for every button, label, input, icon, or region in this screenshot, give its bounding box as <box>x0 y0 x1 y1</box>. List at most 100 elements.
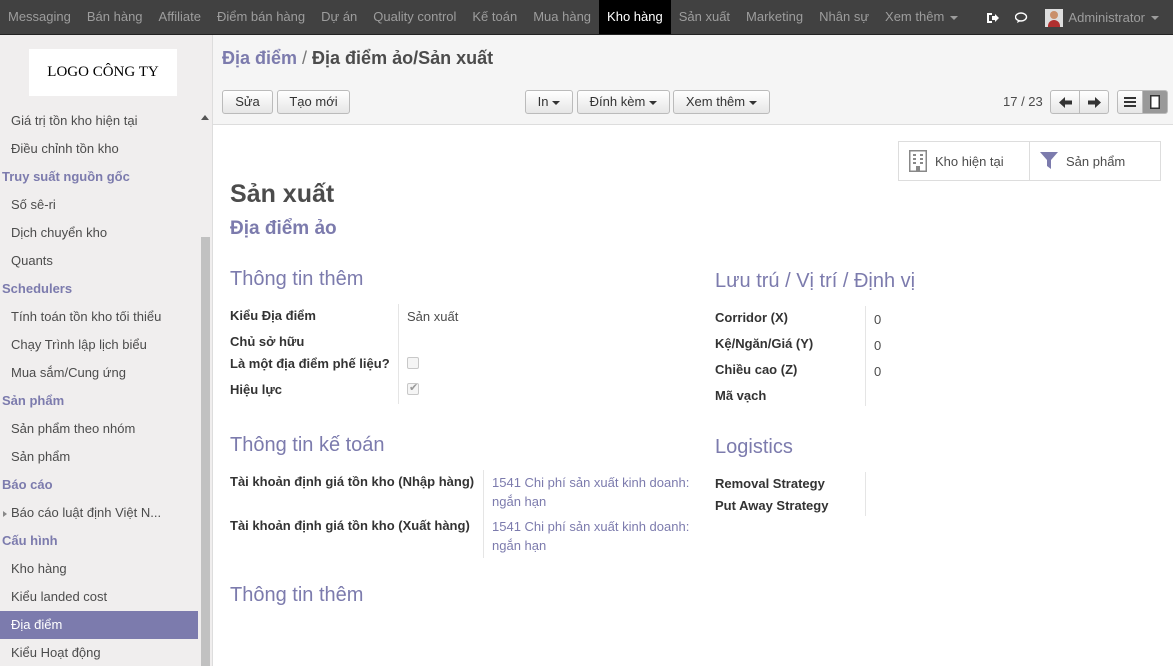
scroll-up-icon[interactable] <box>201 115 209 120</box>
current-stock-button[interactable]: Kho hiện tại <box>899 142 1029 180</box>
pager-previous-button[interactable] <box>1050 90 1080 114</box>
sidebar-item-quants[interactable]: Quants <box>0 247 198 275</box>
record-title[interactable]: Sản xuất <box>230 180 334 209</box>
form-icon <box>1150 95 1160 109</box>
shelf-value[interactable]: 0 <box>874 338 881 353</box>
topnav-item-label: Bán hàng <box>86 9 143 24</box>
topnav-item-messaging[interactable]: Messaging <box>0 0 79 34</box>
location-type-label: Kiểu Địa điểm <box>230 308 316 323</box>
user-name: Administrator <box>1068 10 1145 25</box>
breadcrumb-parent[interactable]: Địa điểm <box>222 48 297 68</box>
attachment-dropdown-label: Đính kèm <box>589 94 646 109</box>
scrap-location-checkbox[interactable] <box>407 357 419 369</box>
sidebar-item-kieu-landed-cost[interactable]: Kiểu landed cost <box>0 583 198 611</box>
sidebar-item-label: Kiểu Hoạt động <box>11 645 101 660</box>
sidebar-scrollbar[interactable] <box>199 107 212 666</box>
topnav-item-mua-hang[interactable]: Mua hàng <box>525 0 599 34</box>
sidebar-item-gia-tri-ton-kho-hien-tai[interactable]: Giá trị tồn kho hiện tại <box>0 107 198 135</box>
sidebar-item-chay-trinh-lap-lich-bieu[interactable]: Chạy Trình lập lịch biểu <box>0 331 198 359</box>
putaway-strategy-label: Put Away Strategy <box>715 498 829 513</box>
more-dropdown[interactable]: Xem thêm <box>673 90 770 114</box>
sidebar-item-label: Số sê-ri <box>11 197 56 212</box>
sidebar-item-bao-cao-luat-dinh-viet-n[interactable]: Báo cáo luật định Việt N... <box>0 499 198 527</box>
sidebar-item-label: Kiểu landed cost <box>11 589 108 604</box>
caret-right-icon <box>3 510 7 517</box>
topnav-item-label: Kế toán <box>472 9 518 24</box>
topnav-item-label: Nhân sự <box>819 9 870 24</box>
sidebar-item-mua-sam-cung-ung[interactable]: Mua sắm/Cung ứng <box>0 359 198 387</box>
sidebar-item-dieu-chinh-ton-kho[interactable]: Điều chỉnh tồn kho <box>0 135 198 163</box>
sidebar-menu: Giá trị tồn kho hiện tại Điều chỉnh tồn k… <box>0 107 198 666</box>
topnav-item-label: Xem thêm <box>885 9 945 24</box>
sidebar-section-bao-cao: Báo cáo <box>2 477 53 492</box>
topnav-item-quality-control[interactable]: Quality control <box>365 0 464 34</box>
sidebar-section-schedulers: Schedulers <box>2 281 73 296</box>
products-button[interactable]: Sản phẩm <box>1029 142 1160 180</box>
attachment-dropdown[interactable]: Đính kèm <box>577 90 670 114</box>
sidebar-item-dia-diem[interactable]: Địa điểm <box>0 611 198 639</box>
sidebar-item-san-pham-theo-nhom[interactable]: Sản phẩm theo nhóm <box>0 415 198 443</box>
topnav-item-nhan-su[interactable]: Nhân sự <box>811 0 877 34</box>
sidebar-item-san-pham[interactable]: Sản phẩm <box>0 443 198 471</box>
scrollbar-thumb[interactable] <box>201 237 210 666</box>
topnav-item-san-xuat[interactable]: Sản xuất <box>671 0 738 34</box>
sidebar-item-label: Quants <box>11 253 53 268</box>
create-button[interactable]: Tạo mới <box>277 90 350 114</box>
topnav-item-diem-ban-hang[interactable]: Điểm bán hàng <box>209 0 313 34</box>
top-navbar: Messaging Bán hàng Affiliate Điểm bán hàng D… <box>0 0 1173 35</box>
height-value[interactable]: 0 <box>874 364 881 379</box>
sidebar-item-label: Sản phẩm <box>11 449 71 464</box>
topnav-item-label: Mua hàng <box>533 9 592 24</box>
valuation-out-account-link[interactable]: 1541 Chi phí sản xuất kinh doanh: ngắn h… <box>492 517 702 555</box>
topnav-item-kho-hang[interactable]: Kho hàng <box>599 0 671 34</box>
sidebar-item-kho-hang[interactable]: Kho hàng <box>0 555 198 583</box>
logout-icon[interactable] <box>977 1 1007 35</box>
sidebar-item-label: Địa điểm <box>11 617 63 632</box>
list-view-button[interactable] <box>1117 90 1143 114</box>
topnav-item-ban-hang[interactable]: Bán hàng <box>79 0 151 34</box>
section-accounting-info: Thông tin kế toán <box>230 434 385 456</box>
pager-value[interactable]: 17 / 23 <box>1003 90 1043 114</box>
pager-next-button[interactable] <box>1079 90 1109 114</box>
record-subtitle[interactable]: Địa điểm ảo <box>230 218 337 240</box>
breadcrumb-current: Địa điểm ảo/Sản xuất <box>312 48 494 68</box>
topnav-item-label: Marketing <box>746 9 804 24</box>
sidebar-item-dich-chuyen-kho[interactable]: Dịch chuyển kho <box>0 219 198 247</box>
topnav-item-affiliate[interactable]: Affiliate <box>151 0 209 34</box>
arrow-right-icon <box>1087 96 1101 108</box>
sidebar-item-label: Kho hàng <box>11 561 67 576</box>
filter-icon <box>1040 152 1058 170</box>
building-icon <box>909 150 927 172</box>
removal-strategy-label: Removal Strategy <box>715 476 825 491</box>
sidebar-item-label: Điều chỉnh tồn kho <box>11 141 119 156</box>
chat-icon[interactable] <box>1007 1 1037 35</box>
print-dropdown[interactable]: In <box>525 90 573 114</box>
valuation-in-account-link[interactable]: 1541 Chi phí sản xuất kinh doanh: ngắn h… <box>492 473 702 511</box>
sidebar-item-tinh-toan-ton-kho-toi-thieu[interactable]: Tính toán tồn kho tối thiểu <box>0 303 198 331</box>
chevron-down-icon <box>552 100 561 105</box>
list-icon <box>1124 97 1136 107</box>
breadcrumb-separator: / <box>302 48 308 68</box>
active-checkbox[interactable] <box>407 381 419 395</box>
topnav-item-xem-them[interactable]: Xem thêm <box>877 0 966 34</box>
topnav-item-ke-toan[interactable]: Kế toán <box>464 0 525 34</box>
sidebar-section-cau-hinh: Cấu hình <box>2 533 58 548</box>
print-dropdown-label: In <box>537 94 549 109</box>
sidebar-item-so-se-ri[interactable]: Số sê-ri <box>0 191 198 219</box>
topnav-item-du-an[interactable]: Dự án <box>313 0 365 34</box>
topnav-item-label: Kho hàng <box>607 9 663 24</box>
user-menu[interactable]: Administrator <box>1037 1 1173 35</box>
form-view-button[interactable] <box>1142 90 1168 114</box>
topnav-item-marketing[interactable]: Marketing <box>738 0 811 34</box>
corridor-value[interactable]: 0 <box>874 312 881 327</box>
avatar <box>1045 8 1064 27</box>
edit-button-label: Sửa <box>235 94 260 109</box>
sidebar-item-label: Tính toán tồn kho tối thiểu <box>11 309 162 324</box>
sidebar-section-san-pham: Sản phẩm <box>2 393 65 408</box>
sidebar-section-truy-suat-nguon-goc: Truy suất nguồn gốc <box>2 169 130 184</box>
arrow-left-icon <box>1058 96 1072 108</box>
sidebar-item-kieu-hoat-dong[interactable]: Kiểu Hoạt động <box>0 639 198 666</box>
location-type-value[interactable]: Sản xuất <box>407 309 458 324</box>
edit-button[interactable]: Sửa <box>222 90 273 114</box>
chevron-down-icon <box>1151 15 1159 20</box>
